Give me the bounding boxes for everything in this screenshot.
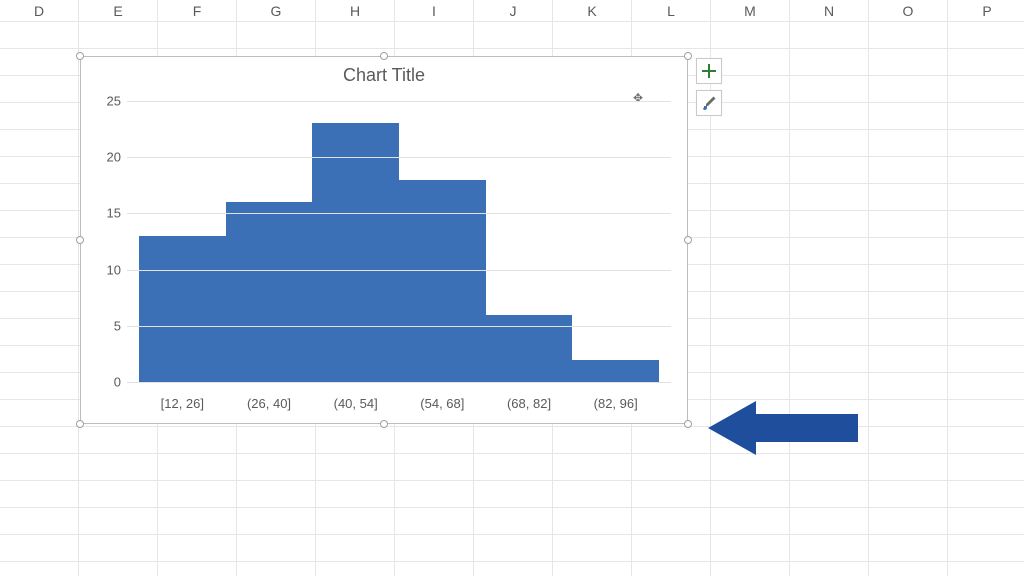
resize-handle[interactable] — [76, 52, 84, 60]
x-tick-label: (82, 96] — [572, 396, 659, 411]
resize-handle[interactable] — [684, 420, 692, 428]
chart-styles-button[interactable] — [696, 90, 722, 116]
gridline — [127, 326, 671, 327]
col-header[interactable]: I — [395, 0, 474, 22]
y-tick-label: 0 — [91, 375, 127, 390]
gridline — [127, 213, 671, 214]
resize-handle[interactable] — [380, 420, 388, 428]
resize-handle[interactable] — [380, 52, 388, 60]
y-tick-label: 20 — [91, 150, 127, 165]
chart-title[interactable]: Chart Title — [81, 65, 687, 86]
chart-elements-button[interactable] — [696, 58, 722, 84]
col-header[interactable]: O — [869, 0, 948, 22]
plot-area[interactable]: 0510152025 — [127, 101, 671, 383]
gridline — [127, 157, 671, 158]
column-headers: D E F G H I J K L M N O P — [0, 0, 1024, 22]
col-header[interactable]: K — [553, 0, 632, 22]
col-header[interactable]: G — [237, 0, 316, 22]
col-header[interactable]: D — [0, 0, 79, 22]
histogram-bar[interactable] — [572, 360, 659, 382]
histogram-bar[interactable] — [312, 123, 399, 382]
chart-context-buttons — [696, 58, 722, 116]
histogram-bar[interactable] — [399, 180, 486, 382]
y-tick-label: 10 — [91, 262, 127, 277]
col-header[interactable]: H — [316, 0, 395, 22]
annotation-arrow-icon — [708, 398, 858, 458]
x-tick-label: (54, 68] — [399, 396, 486, 411]
histogram-bar[interactable] — [226, 202, 313, 382]
brush-icon — [701, 95, 717, 111]
resize-handle[interactable] — [76, 420, 84, 428]
resize-handle[interactable] — [76, 236, 84, 244]
histogram-bar[interactable] — [486, 315, 573, 382]
col-header[interactable]: L — [632, 0, 711, 22]
x-tick-label: (40, 54] — [312, 396, 399, 411]
x-tick-label: (26, 40] — [226, 396, 313, 411]
col-header[interactable]: J — [474, 0, 553, 22]
histogram-bars — [127, 101, 671, 382]
gridline — [127, 382, 671, 383]
plus-icon — [702, 64, 716, 78]
col-header[interactable]: P — [948, 0, 1024, 22]
x-tick-label: [12, 26] — [139, 396, 226, 411]
x-axis-labels: [12, 26](26, 40](40, 54](54, 68](68, 82]… — [127, 396, 671, 411]
resize-handle[interactable] — [684, 52, 692, 60]
gridline — [127, 270, 671, 271]
y-tick-label: 15 — [91, 206, 127, 221]
col-header[interactable]: E — [79, 0, 158, 22]
y-tick-label: 25 — [91, 94, 127, 109]
chart-object[interactable]: Chart Title ✥ 0510152025 [12, 26](26, 40… — [80, 56, 688, 424]
col-header[interactable]: N — [790, 0, 869, 22]
x-tick-label: (68, 82] — [486, 396, 573, 411]
histogram-bar[interactable] — [139, 236, 226, 382]
gridline — [127, 101, 671, 102]
col-header[interactable]: M — [711, 0, 790, 22]
y-tick-label: 5 — [91, 318, 127, 333]
col-header[interactable]: F — [158, 0, 237, 22]
resize-handle[interactable] — [684, 236, 692, 244]
